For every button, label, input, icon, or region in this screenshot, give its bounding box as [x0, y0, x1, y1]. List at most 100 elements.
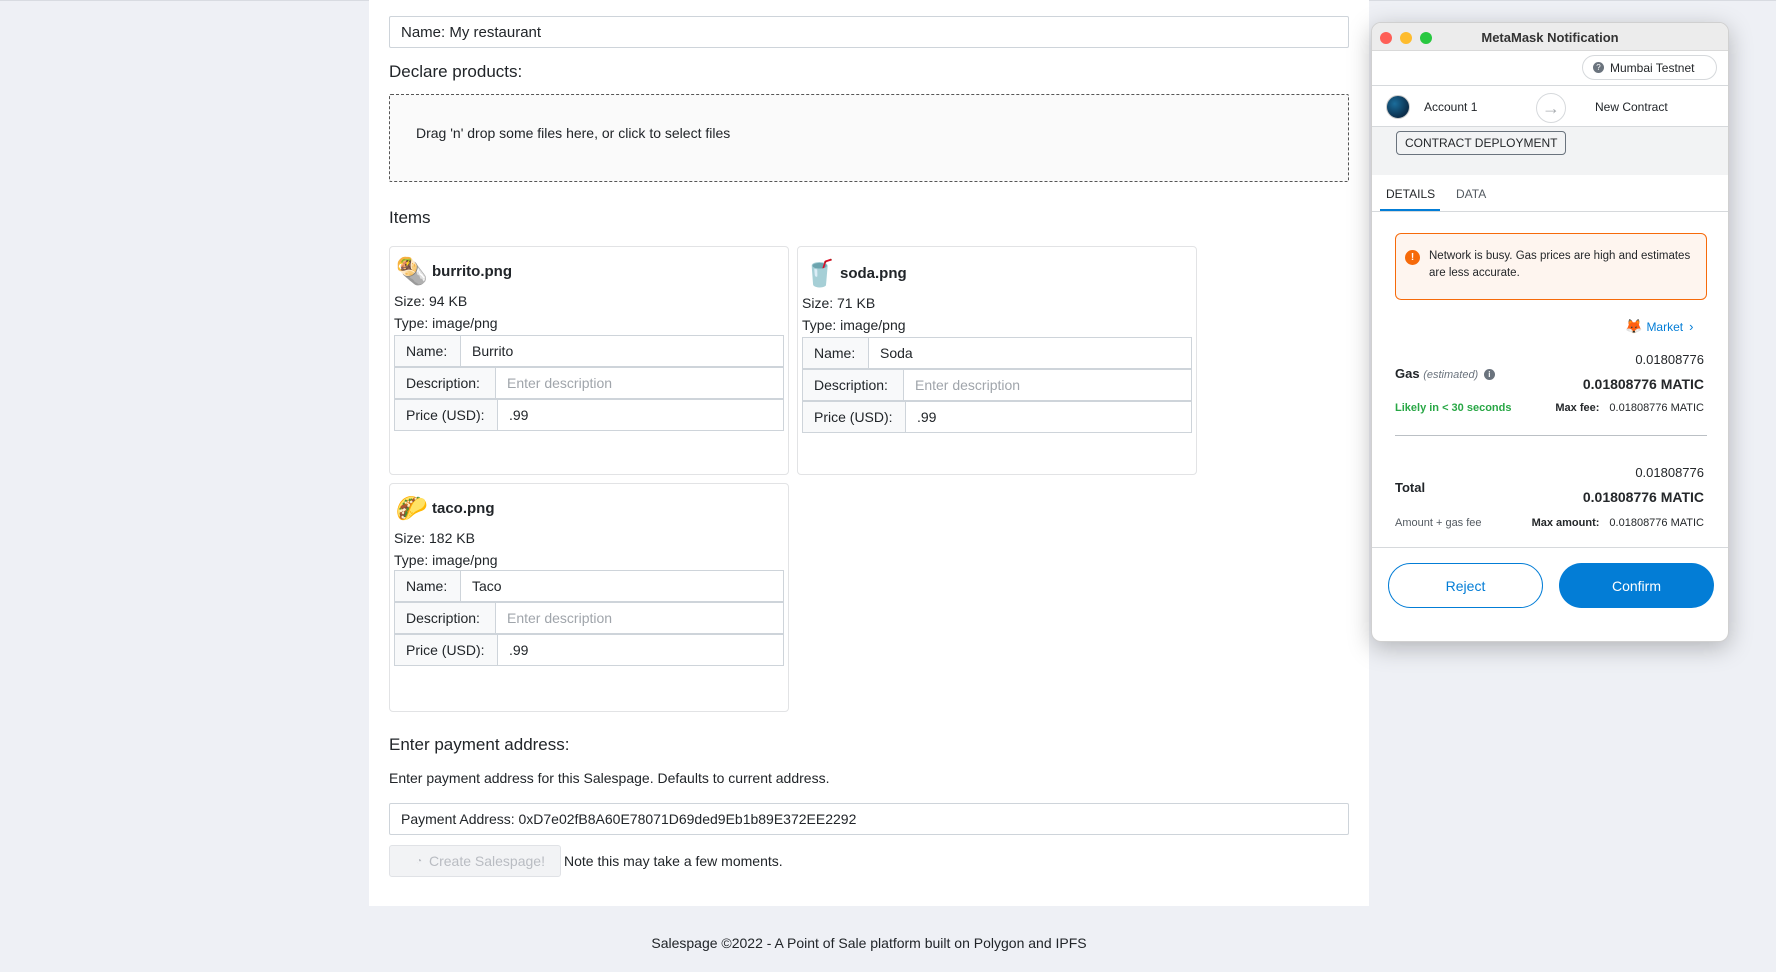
likely-time: Likely in < 30 seconds	[1395, 402, 1512, 414]
account-row: Account 1 → New Contract	[1372, 85, 1728, 127]
item-description-group: Description: Enter description	[394, 602, 784, 634]
item-price-input[interactable]: .99	[906, 402, 947, 432]
item-price-label: Price (USD):	[395, 635, 498, 665]
question-icon: ?	[1593, 62, 1604, 73]
payment-address-field[interactable]: Payment Address: 0xD7e02fB8A60E78071D69d…	[389, 803, 1349, 835]
item-description-group: Description: Enter description	[394, 367, 784, 399]
gas-label: Gas	[1395, 366, 1420, 381]
item-name-label: Name:	[395, 571, 461, 601]
item-price-input[interactable]: .99	[498, 635, 539, 665]
item-header: 🌯 burrito.png	[394, 255, 512, 287]
item-description-input[interactable]: Enter description	[496, 368, 623, 398]
spinner-icon: ◔	[416, 856, 423, 867]
account-avatar	[1386, 95, 1410, 119]
item-name-input[interactable]: Burrito	[461, 336, 524, 366]
payment-description: Enter payment address for this Salespage…	[389, 770, 830, 786]
metamask-window: MetaMask Notification ? Mumbai Testnet A…	[1371, 22, 1729, 642]
network-busy-warning: ! Network is busy. Gas prices are high a…	[1395, 233, 1707, 300]
item-card-burrito: 🌯 burrito.png Size: 94 KB Type: image/pn…	[389, 246, 789, 475]
tab-data[interactable]: DATA	[1456, 187, 1486, 201]
item-price-group: Price (USD): .99	[394, 634, 784, 666]
item-description-input[interactable]: Enter description	[496, 603, 623, 633]
item-filename: burrito.png	[432, 262, 512, 280]
item-type: Type: image/png	[394, 315, 498, 331]
item-name-group: Name: Burrito	[394, 335, 784, 367]
item-price-label: Price (USD):	[395, 400, 498, 430]
item-card-taco: 🌮 taco.png Size: 182 KB Type: image/png …	[389, 483, 789, 712]
warning-text: Network is busy. Gas prices are high and…	[1429, 250, 1691, 279]
restaurant-name-field[interactable]: Name: My restaurant	[389, 16, 1349, 48]
from-account[interactable]: Account 1	[1424, 100, 1477, 114]
soda-thumbnail: 🥤	[803, 257, 837, 288]
network-selector[interactable]: ? Mumbai Testnet	[1582, 55, 1717, 80]
item-price-input[interactable]: .99	[498, 400, 539, 430]
gas-amount-matic: 0.01808776 MATIC	[1582, 376, 1704, 392]
fox-icon: 🦊	[1625, 318, 1643, 334]
tab-details[interactable]: DETAILS	[1386, 187, 1435, 201]
network-name: Mumbai Testnet	[1610, 60, 1695, 75]
gas-estimated: (estimated)	[1423, 369, 1479, 381]
file-dropzone[interactable]: Drag 'n' drop some files here, or click …	[389, 94, 1349, 182]
warning-icon: !	[1405, 250, 1420, 265]
total-amount-matic: 0.01808776 MATIC	[1582, 489, 1704, 505]
item-name-label: Name:	[803, 338, 869, 368]
item-name-group: Name: Taco	[394, 570, 784, 602]
max-amount-row: Max amount: 0.01808776 MATIC	[1532, 517, 1704, 529]
item-name-group: Name: Soda	[802, 337, 1192, 369]
item-description-label: Description:	[395, 603, 496, 633]
page-footer: Salespage ©2022 - A Point of Sale platfo…	[651, 935, 1087, 951]
item-name-label: Name:	[395, 336, 461, 366]
footer-divider	[1372, 547, 1728, 548]
to-account: New Contract	[1595, 100, 1668, 114]
confirm-button[interactable]: Confirm	[1559, 563, 1714, 608]
item-card-soda: 🥤 soda.png Size: 71 KB Type: image/png N…	[797, 246, 1197, 475]
window-title: MetaMask Notification	[1481, 30, 1619, 45]
max-fee-row: Max fee: 0.01808776 MATIC	[1555, 402, 1704, 414]
item-filename: soda.png	[840, 264, 907, 282]
max-fee-label: Max fee:	[1555, 402, 1600, 414]
item-description-group: Description: Enter description	[802, 369, 1192, 401]
items-heading: Items	[389, 208, 431, 227]
item-price-label: Price (USD):	[803, 402, 906, 432]
declare-products-heading: Declare products:	[389, 62, 523, 81]
total-amount: 0.01808776	[1635, 465, 1704, 480]
item-description-input[interactable]: Enter description	[904, 370, 1031, 400]
item-name-input[interactable]: Taco	[461, 571, 513, 601]
gas-market-link[interactable]: 🦊 Market ›	[1625, 318, 1693, 335]
item-size: Size: 94 KB	[394, 293, 468, 309]
item-name-input[interactable]: Soda	[869, 338, 924, 368]
max-fee-value: 0.01808776 MATIC	[1609, 402, 1704, 414]
max-amount-value: 0.01808776 MATIC	[1609, 517, 1704, 529]
create-salespage-button[interactable]: ◔ Create Salespage!	[389, 845, 561, 877]
taco-thumbnail: 🌮	[395, 492, 429, 523]
item-price-group: Price (USD): .99	[394, 399, 784, 431]
payment-heading: Enter payment address:	[389, 735, 570, 754]
max-amount-label: Max amount:	[1531, 517, 1600, 529]
item-size: Size: 182 KB	[394, 530, 475, 546]
item-type: Type: image/png	[802, 317, 906, 333]
amount-gas-fee-label: Amount + gas fee	[1395, 517, 1482, 529]
divider	[1395, 435, 1707, 436]
item-description-label: Description:	[803, 370, 904, 400]
window-titlebar: MetaMask Notification	[1372, 23, 1728, 51]
item-price-group: Price (USD): .99	[802, 401, 1192, 433]
gas-label-row: Gas (estimated) i	[1395, 366, 1495, 381]
create-note: Note this may take a few moments.	[564, 853, 783, 869]
item-header: 🌮 taco.png	[394, 492, 495, 524]
item-filename: taco.png	[432, 499, 495, 517]
info-icon[interactable]: i	[1483, 369, 1495, 380]
arrow-right-icon: →	[1536, 93, 1566, 123]
details-tabs: DETAILS DATA	[1372, 175, 1728, 212]
create-salespage-label: Create Salespage!	[429, 853, 545, 869]
dropzone-text: Drag 'n' drop some files here, or click …	[416, 125, 731, 141]
reject-button[interactable]: Reject	[1388, 563, 1543, 608]
total-label: Total	[1395, 480, 1426, 495]
contract-deployment-badge: CONTRACT DEPLOYMENT	[1396, 131, 1567, 155]
market-label: Market	[1646, 319, 1684, 334]
item-type: Type: image/png	[394, 552, 498, 568]
chevron-right-icon: ›	[1689, 319, 1694, 334]
item-header: 🥤 soda.png	[802, 257, 907, 289]
item-size: Size: 71 KB	[802, 295, 876, 311]
gas-amount: 0.01808776	[1635, 352, 1704, 367]
item-description-label: Description:	[395, 368, 496, 398]
